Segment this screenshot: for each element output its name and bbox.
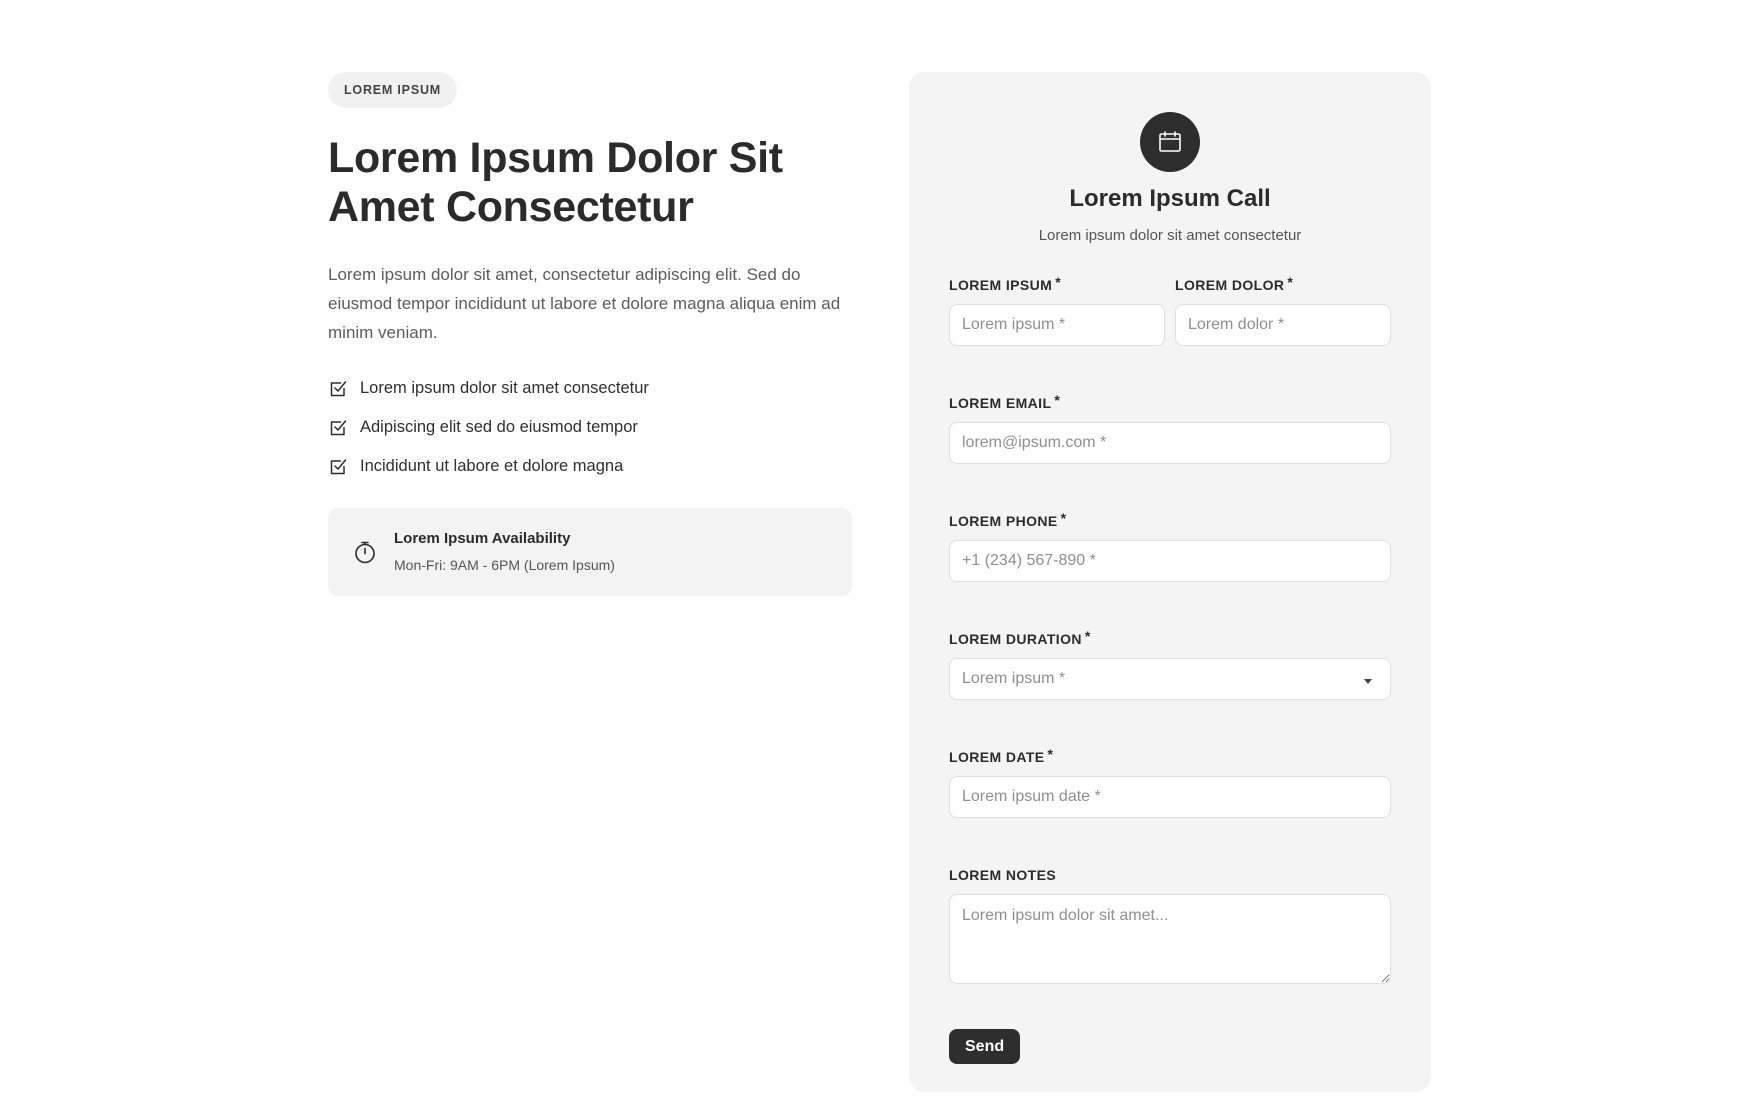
last-name-label: LOREM DOLOR * <box>1175 274 1391 294</box>
first-name-field: LOREM IPSUM * <box>949 274 1165 346</box>
email-label-text: LOREM EMAIL <box>949 395 1052 411</box>
intro-paragraph: Lorem ipsum dolor sit amet, consectetur … <box>328 265 841 342</box>
last-name-label-text: LOREM DOLOR <box>1175 277 1285 293</box>
required-mark: * <box>1047 746 1054 762</box>
checklist-item: Adipiscing elit sed do eiusmod tempor <box>328 408 852 447</box>
page-title: Lorem Ipsum Dolor Sit Amet Consectetur <box>328 134 783 231</box>
email-field: LOREM EMAIL * <box>949 392 1391 464</box>
checkbox-checked-icon <box>330 419 347 435</box>
checklist-item: Lorem ipsum dolor sit amet consectetur <box>328 369 852 408</box>
availability-text: Lorem Ipsum Availability Mon-Fri: 9AM - … <box>394 529 615 575</box>
checklist-item-label: Incididunt ut labore et dolore magna <box>360 457 624 475</box>
checklist-item: Incididunt ut labore et dolore magna <box>328 447 852 486</box>
phone-label-text: LOREM PHONE <box>949 513 1058 529</box>
form-subtitle: Lorem ipsum dolor sit amet consectetur <box>1038 227 1302 244</box>
checkbox-checked-icon <box>330 458 347 474</box>
duration-select[interactable]: Lorem ipsum * <box>949 658 1391 700</box>
notes-field: LOREM NOTES <box>949 866 1391 989</box>
date-field: LOREM DATE * <box>949 746 1391 818</box>
last-name-field: LOREM DOLOR * <box>1175 274 1391 346</box>
availability-hours: Mon-Fri: 9AM - 6PM (Lorem Ipsum) <box>394 557 615 573</box>
checkbox-checked-icon <box>330 380 347 396</box>
notes-textarea[interactable] <box>949 894 1391 984</box>
required-mark: * <box>1287 274 1294 290</box>
feature-checklist: Lorem ipsum dolor sit amet consectetur A… <box>328 369 852 486</box>
notes-label-text: LOREM NOTES <box>949 867 1057 883</box>
booking-form: LOREM IPSUM* LOREM DOLOR* LOREM EMAIL* <box>949 274 1391 1064</box>
page: LOREM IPSUM Lorem Ipsum Dolor Sit Amet C… <box>0 0 1751 1120</box>
send-button[interactable]: Send <box>949 1029 1021 1064</box>
eyebrow-badge: LOREM IPSUM <box>328 72 457 108</box>
notes-label: LOREM NOTES <box>949 866 1391 884</box>
phone-label: LOREM PHONE * <box>949 510 1391 530</box>
date-input[interactable] <box>949 776 1391 818</box>
duration-select-value: Lorem ipsum * <box>962 670 1066 687</box>
email-label: LOREM EMAIL * <box>949 392 1391 412</box>
email-input[interactable] <box>949 422 1391 464</box>
checklist-item-label: Adipiscing elit sed do eiusmod tempor <box>360 418 638 436</box>
availability-box: Lorem Ipsum Availability Mon-Fri: 9AM - … <box>328 508 852 596</box>
required-mark: * <box>1055 274 1062 290</box>
chevron-down-icon <box>1364 678 1372 684</box>
intro-section: LOREM IPSUM Lorem Ipsum Dolor Sit Amet C… <box>328 72 852 596</box>
duration-field: LOREM DURATION * Lorem ipsum * <box>949 628 1391 700</box>
duration-label-text: LOREM DURATION <box>949 631 1082 647</box>
availability-title: Lorem Ipsum Availability <box>394 530 571 547</box>
date-label: LOREM DATE * <box>949 746 1391 766</box>
first-name-label: LOREM IPSUM * <box>949 274 1165 294</box>
required-mark: * <box>1084 628 1091 644</box>
required-mark: * <box>1060 510 1067 526</box>
booking-form-card: Lorem Ipsum Call Lorem ipsum dolor sit a… <box>909 72 1431 1092</box>
name-row: LOREM IPSUM* LOREM DOLOR* <box>949 274 1391 346</box>
form-title: Lorem Ipsum Call <box>1069 185 1271 212</box>
first-name-input[interactable] <box>949 304 1165 346</box>
duration-label: LOREM DURATION * <box>949 628 1391 648</box>
calendar-icon <box>1159 131 1181 152</box>
required-mark: * <box>1054 392 1061 408</box>
phone-input[interactable] <box>949 540 1391 582</box>
first-name-label-text: LOREM IPSUM <box>949 277 1053 293</box>
stopwatch-icon <box>355 541 375 564</box>
calendar-badge <box>1140 112 1200 172</box>
phone-field: LOREM PHONE * <box>949 510 1391 582</box>
checklist-item-label: Lorem ipsum dolor sit amet consectetur <box>360 379 649 397</box>
date-label-text: LOREM DATE <box>949 749 1045 765</box>
last-name-input[interactable] <box>1175 304 1391 346</box>
